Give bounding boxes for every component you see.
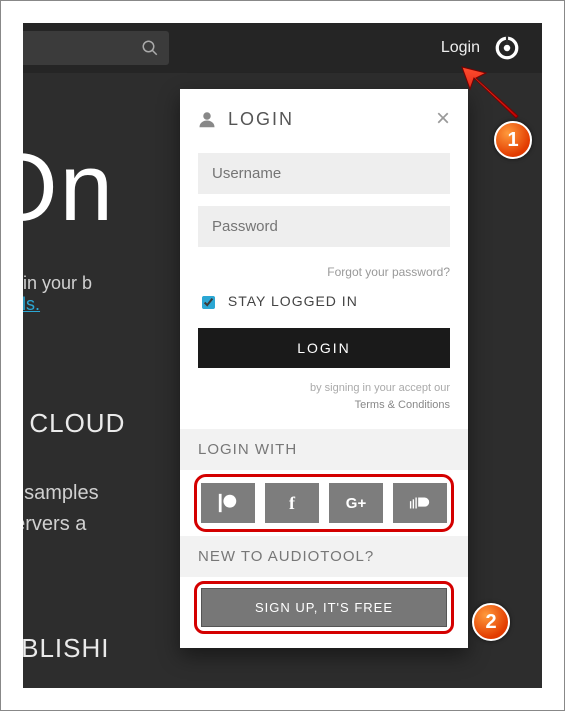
stay-logged-in-checkbox[interactable] bbox=[202, 296, 215, 309]
user-icon bbox=[198, 110, 216, 128]
terms-text: by signing in your accept our Terms & Co… bbox=[198, 380, 450, 413]
panel-title: LOGIN bbox=[228, 109, 294, 130]
patreon-icon bbox=[217, 492, 239, 514]
top-bar: Login bbox=[23, 23, 542, 73]
section-publish-heading: PUBLISHI bbox=[23, 633, 110, 664]
login-panel: LOGIN × Forgot your password? STAY LOGGE… bbox=[180, 89, 468, 648]
login-link[interactable]: Login bbox=[441, 39, 480, 57]
hero-subtitle: right in your b details. bbox=[23, 273, 92, 315]
login-with-label: LOGIN WITH bbox=[180, 429, 468, 470]
signup-button[interactable]: SIGN UP, IT'S FREE bbox=[201, 588, 447, 627]
terms-link[interactable]: Terms & Conditions bbox=[355, 399, 450, 411]
patreon-login-button[interactable] bbox=[201, 483, 255, 523]
google-login-button[interactable]: G+ bbox=[329, 483, 383, 523]
new-to-label: NEW TO AUDIOTOOL? bbox=[180, 536, 468, 577]
facebook-login-button[interactable]: f bbox=[265, 483, 319, 523]
search-box[interactable] bbox=[23, 31, 169, 65]
section-cloud-text: cks, samples ol servers a bbox=[23, 478, 99, 540]
callout-badge-1: 1 bbox=[494, 121, 532, 159]
search-icon bbox=[141, 39, 159, 57]
facebook-icon: f bbox=[289, 493, 295, 514]
password-input[interactable] bbox=[198, 206, 450, 247]
login-button[interactable]: LOGIN bbox=[198, 328, 450, 368]
soundcloud-login-button[interactable] bbox=[393, 483, 447, 523]
social-login-row: f G+ bbox=[194, 474, 454, 532]
audiotool-logo-icon[interactable] bbox=[494, 35, 520, 61]
section-cloud-heading: HE CLOUD bbox=[23, 408, 125, 439]
close-icon[interactable]: × bbox=[436, 107, 450, 131]
details-link[interactable]: details. bbox=[23, 294, 40, 314]
forgot-password-link[interactable]: Forgot your password? bbox=[198, 265, 450, 279]
callout-badge-2: 2 bbox=[472, 603, 510, 641]
google-plus-icon: G+ bbox=[346, 495, 366, 512]
soundcloud-icon bbox=[409, 492, 431, 514]
stay-logged-in-label: STAY LOGGED IN bbox=[228, 293, 358, 309]
username-input[interactable] bbox=[198, 153, 450, 194]
